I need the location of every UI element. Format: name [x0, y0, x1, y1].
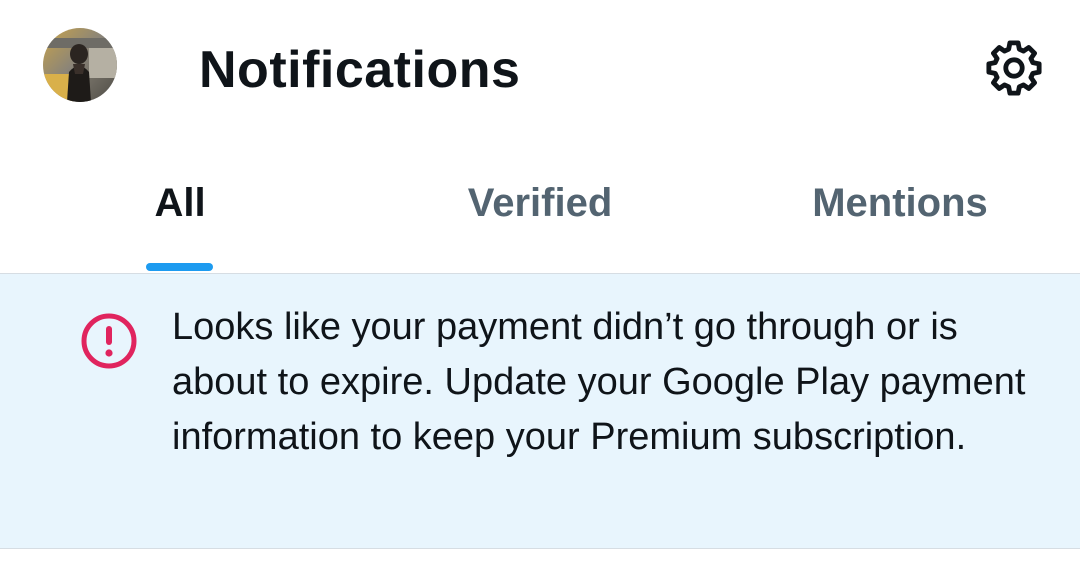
tab-all[interactable]: All — [0, 140, 360, 273]
tab-label: Verified — [467, 180, 613, 225]
avatar-image — [43, 28, 117, 102]
gear-icon — [986, 40, 1042, 96]
tab-label: Mentions — [812, 180, 988, 225]
alert-message: Looks like your payment didn’t go throug… — [172, 306, 1026, 458]
page-title: Notifications — [199, 41, 521, 99]
tab-mentions[interactable]: Mentions — [720, 140, 1080, 273]
avatar[interactable] — [43, 28, 117, 102]
settings-button[interactable] — [978, 32, 1050, 104]
alert-circle-icon — [80, 312, 138, 370]
active-tab-indicator — [146, 263, 213, 271]
top-app-bar: Notifications — [0, 0, 1080, 140]
tab-verified[interactable]: Verified — [360, 140, 720, 273]
payment-alert-banner[interactable]: Looks like your payment didn’t go throug… — [0, 274, 1080, 549]
notification-tabs: All Verified Mentions — [0, 140, 1080, 274]
tab-label: All — [154, 180, 206, 225]
